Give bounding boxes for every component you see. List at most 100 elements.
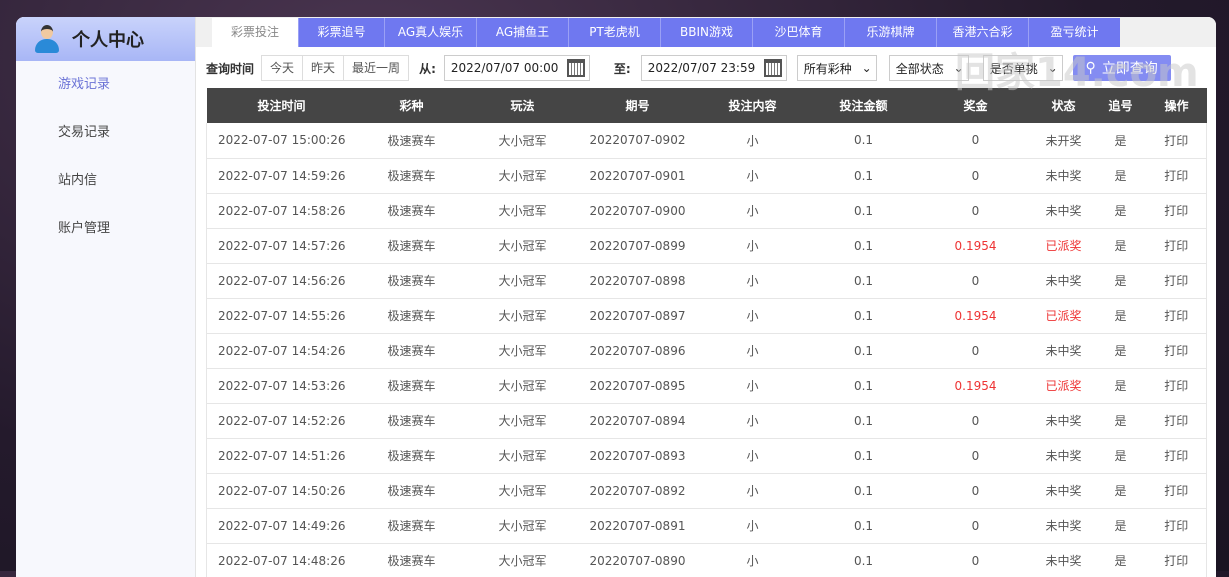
table-cell: 0 xyxy=(918,263,1033,299)
table-cell: 2022-07-07 14:56:26 xyxy=(206,263,357,299)
print-link[interactable]: 打印 xyxy=(1146,298,1207,334)
calendar-icon[interactable] xyxy=(566,59,585,77)
table-row: 2022-07-07 14:53:26 极速赛车 大小冠军 20220707-0895… xyxy=(206,368,1207,404)
table-row: 2022-07-07 14:49:26 极速赛车 大小冠军 20220707-0891… xyxy=(206,508,1207,544)
table-cell: 0 xyxy=(918,193,1033,229)
table-cell: 0.1 xyxy=(808,298,919,334)
table-cell: 极速赛车 xyxy=(356,298,467,334)
table-cell: 0.1 xyxy=(808,543,919,577)
table-cell: 极速赛车 xyxy=(356,123,467,159)
table-cell: 极速赛车 xyxy=(356,158,467,194)
print-link[interactable]: 打印 xyxy=(1146,333,1207,369)
print-link[interactable]: 打印 xyxy=(1146,368,1207,404)
table-cell: 20220707-0898 xyxy=(578,263,697,299)
table-row: 2022-07-07 14:57:26 极速赛车 大小冠军 20220707-0899… xyxy=(206,228,1207,264)
table-cell: 极速赛车 xyxy=(356,263,467,299)
table-cell: 20220707-0902 xyxy=(578,123,697,159)
last-week-button[interactable]: 最近一周 xyxy=(343,55,410,81)
table-cell: 20220707-0896 xyxy=(578,333,697,369)
table-cell: 0.1 xyxy=(808,438,919,474)
print-link[interactable]: 打印 xyxy=(1146,158,1207,194)
table-cell: 小 xyxy=(696,543,809,577)
table-cell: 极速赛车 xyxy=(356,473,467,509)
column-header: 投注内容 xyxy=(696,88,809,123)
column-header: 期号 xyxy=(578,88,697,123)
table-cell: 20220707-0891 xyxy=(578,508,697,544)
search-button[interactable]: ⚲ 立即查询 xyxy=(1072,55,1171,81)
tab-2[interactable]: AG真人娱乐 xyxy=(384,18,476,47)
table-cell: 未中奖 xyxy=(1032,508,1095,544)
tab-0[interactable]: 彩票投注 xyxy=(212,18,298,47)
table-cell: 未中奖 xyxy=(1032,473,1095,509)
to-date-input[interactable]: 2022/07/07 23:59 xyxy=(640,55,787,81)
tab-1[interactable]: 彩票追号 xyxy=(298,18,384,47)
main-panel: 个人中心 游戏记录 交易记录 站内信 账户管理 彩票投注 彩票追号 AG真人娱乐 AG捕鱼王… xyxy=(16,17,1216,577)
tab-3[interactable]: AG捕鱼王 xyxy=(476,18,568,47)
print-link[interactable]: 打印 xyxy=(1146,438,1207,474)
tab-7[interactable]: 乐游棋牌 xyxy=(844,18,936,47)
tab-8[interactable]: 香港六合彩 xyxy=(936,18,1028,47)
sidebar-item-transaction-records[interactable]: 交易记录 xyxy=(16,109,195,157)
column-header: 玩法 xyxy=(466,88,579,123)
yesterday-button[interactable]: 昨天 xyxy=(302,55,345,81)
table-cell: 2022-07-07 14:58:26 xyxy=(206,193,357,229)
table-cell: 0.1954 xyxy=(918,228,1033,264)
print-link[interactable]: 打印 xyxy=(1146,403,1207,439)
table-cell: 已派奖 xyxy=(1032,228,1095,264)
print-link[interactable]: 打印 xyxy=(1146,473,1207,509)
print-link[interactable]: 打印 xyxy=(1146,543,1207,577)
print-link[interactable]: 打印 xyxy=(1146,263,1207,299)
print-link[interactable]: 打印 xyxy=(1146,508,1207,544)
sidebar-item-inbox[interactable]: 站内信 xyxy=(16,157,195,205)
table-cell: 是 xyxy=(1094,228,1147,264)
table-cell: 大小冠军 xyxy=(466,508,579,544)
today-button[interactable]: 今天 xyxy=(261,55,304,81)
sidebar-item-account-management[interactable]: 账户管理 xyxy=(16,205,195,253)
table-cell: 0.1 xyxy=(808,123,919,159)
table-cell: 2022-07-07 14:53:26 xyxy=(206,368,357,404)
single-select[interactable]: 是否单挑 ⌄ xyxy=(982,55,1063,81)
sidebar-header: 个人中心 xyxy=(16,17,195,61)
status-select-value: 全部状态 xyxy=(895,61,944,76)
status-select[interactable]: 全部状态 ⌄ xyxy=(888,55,969,81)
table-cell: 是 xyxy=(1094,158,1147,194)
table-cell: 未中奖 xyxy=(1032,263,1095,299)
table-cell: 0 xyxy=(918,438,1033,474)
table-cell: 是 xyxy=(1094,298,1147,334)
table-row: 2022-07-07 14:55:26 极速赛车 大小冠军 20220707-0897… xyxy=(206,298,1207,334)
table-cell: 未中奖 xyxy=(1032,333,1095,369)
content: 彩票投注 彩票追号 AG真人娱乐 AG捕鱼王 PT老虎机 BBIN游戏 沙巴体育 乐游棋牌 香港… xyxy=(196,17,1216,577)
tab-9[interactable]: 盈亏统计 xyxy=(1028,18,1120,47)
table-cell: 小 xyxy=(696,508,809,544)
tab-5[interactable]: BBIN游戏 xyxy=(660,18,752,47)
print-link[interactable]: 打印 xyxy=(1146,228,1207,264)
table-cell: 未中奖 xyxy=(1032,403,1095,439)
table-cell: 小 xyxy=(696,368,809,404)
table-cell: 极速赛车 xyxy=(356,508,467,544)
tab-bar: 彩票投注 彩票追号 AG真人娱乐 AG捕鱼王 PT老虎机 BBIN游戏 沙巴体育 乐游棋牌 香港… xyxy=(212,18,1120,47)
print-link[interactable]: 打印 xyxy=(1146,193,1207,229)
print-link[interactable]: 打印 xyxy=(1146,123,1207,159)
calendar-icon[interactable] xyxy=(763,59,782,77)
table-cell: 0 xyxy=(918,508,1033,544)
table-cell: 小 xyxy=(696,438,809,474)
table-cell: 20220707-0893 xyxy=(578,438,697,474)
table-cell: 未中奖 xyxy=(1032,193,1095,229)
table-cell: 是 xyxy=(1094,333,1147,369)
from-date-input[interactable]: 2022/07/07 00:00 xyxy=(443,55,590,81)
table-cell: 小 xyxy=(696,333,809,369)
table-cell: 极速赛车 xyxy=(356,543,467,577)
table-cell: 2022-07-07 14:54:26 xyxy=(206,333,357,369)
column-header: 彩种 xyxy=(356,88,467,123)
lottery-select[interactable]: 所有彩种 ⌄ xyxy=(796,55,877,81)
table-cell: 20220707-0899 xyxy=(578,228,697,264)
table-cell: 大小冠军 xyxy=(466,123,579,159)
table-cell: 小 xyxy=(696,263,809,299)
sidebar-item-game-records[interactable]: 游戏记录 xyxy=(16,61,195,109)
table-row: 2022-07-07 15:00:26 极速赛车 大小冠军 20220707-0902… xyxy=(206,123,1207,159)
table-cell: 极速赛车 xyxy=(356,193,467,229)
tab-4[interactable]: PT老虎机 xyxy=(568,18,660,47)
tab-6[interactable]: 沙巴体育 xyxy=(752,18,844,47)
table-cell: 未中奖 xyxy=(1032,158,1095,194)
table-cell: 极速赛车 xyxy=(356,403,467,439)
